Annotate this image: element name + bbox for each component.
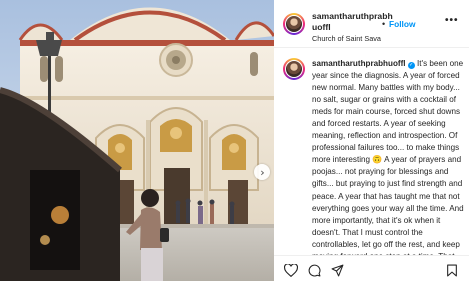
post-caption: samantharuthprabhuoffl ✓ It's been one y… [312,58,466,255]
carousel-next-button[interactable]: › [254,164,270,180]
verified-badge-icon: ✓ [407,62,415,69]
caption-scroll-area[interactable]: samantharuthprabhuoffl ✓ It's been one y… [274,48,469,255]
post-header: samantharuthprabhuoffl • Follow Church o… [274,0,469,48]
bookmark-icon[interactable] [446,264,458,277]
avatar[interactable] [283,58,305,80]
follow-button[interactable]: Follow [389,19,416,29]
post-location[interactable]: Church of Saint Sava [312,34,381,43]
post-photo[interactable]: › [0,0,274,281]
share-icon[interactable] [331,264,344,277]
heart-icon[interactable] [284,264,298,277]
caption-text: It's been one year since the diagnosis. … [312,59,464,255]
post-actions-bar [274,255,469,281]
comment-icon[interactable] [308,264,321,277]
more-options-icon[interactable]: ••• [445,15,459,26]
caption-username[interactable]: samantharuthprabhuoffl [312,59,406,68]
separator-dot: • [382,19,386,29]
church-of-saint-sava-photo [0,0,274,281]
post-side-panel: samantharuthprabhuoffl • Follow Church o… [274,0,469,281]
avatar[interactable] [283,13,305,35]
chevron-right-icon: › [260,165,265,179]
